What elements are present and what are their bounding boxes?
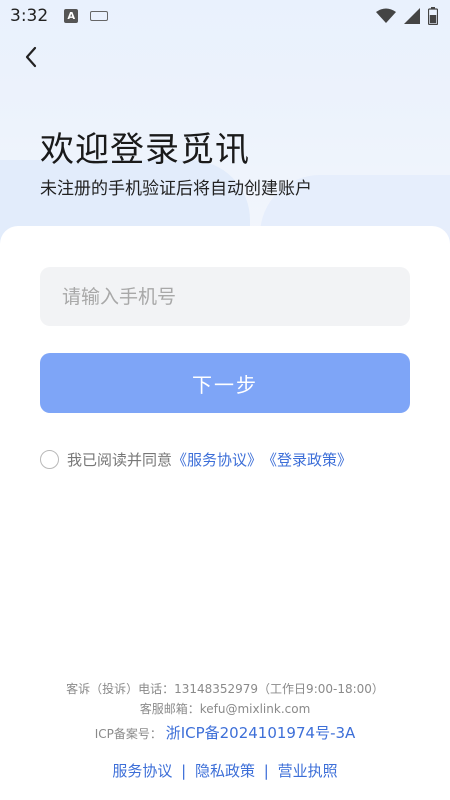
footer-links: 服务协议 | 隐私政策 | 营业执照 xyxy=(0,760,450,781)
complaint-phone-text: 客诉（投诉）电话：13148352979（工作日9:00-18:00） xyxy=(66,682,384,696)
chevron-left-icon xyxy=(25,46,37,68)
icp-number-link[interactable]: 浙ICP备2024101974号-3A xyxy=(166,724,356,742)
service-email-text: 客服邮箱：kefu@mixlink.com xyxy=(139,702,311,716)
status-bar: 3:32 A xyxy=(0,0,450,32)
agreement-row: 我已阅读并同意 《服务协议》 《登录政策》 xyxy=(40,449,352,470)
icp-label: ICP备案号： xyxy=(94,727,162,741)
page-subtitle: 未注册的手机验证后将自动创建账户 xyxy=(40,179,312,199)
page-title: 欢迎登录觅讯 xyxy=(40,130,250,170)
footer-separator: | xyxy=(181,762,187,780)
wifi-icon xyxy=(376,8,396,23)
login-policy-link[interactable]: 《登录政策》 xyxy=(262,449,352,470)
status-time: 3:32 xyxy=(10,6,49,26)
agreement-checkbox[interactable] xyxy=(40,450,59,469)
signal-icon xyxy=(404,8,420,24)
footer-separator: | xyxy=(263,762,269,780)
keyboard-icon xyxy=(90,11,109,21)
phone-input[interactable] xyxy=(40,267,410,326)
footer-link-privacy-policy[interactable]: 隐私政策 xyxy=(195,762,255,780)
next-step-button[interactable]: 下一步 xyxy=(40,353,410,413)
service-agreement-link[interactable]: 《服务协议》 xyxy=(172,449,262,470)
agreement-text: 我已阅读并同意 xyxy=(67,451,173,469)
footer-link-service-agreement[interactable]: 服务协议 xyxy=(112,762,172,780)
icp-row: ICP备案号： 浙ICP备2024101974号-3A xyxy=(0,722,450,743)
accessibility-notification-icon: A xyxy=(64,9,79,23)
back-button[interactable] xyxy=(14,40,48,74)
footer-link-business-license[interactable]: 营业执照 xyxy=(278,762,338,780)
battery-icon xyxy=(428,7,438,25)
